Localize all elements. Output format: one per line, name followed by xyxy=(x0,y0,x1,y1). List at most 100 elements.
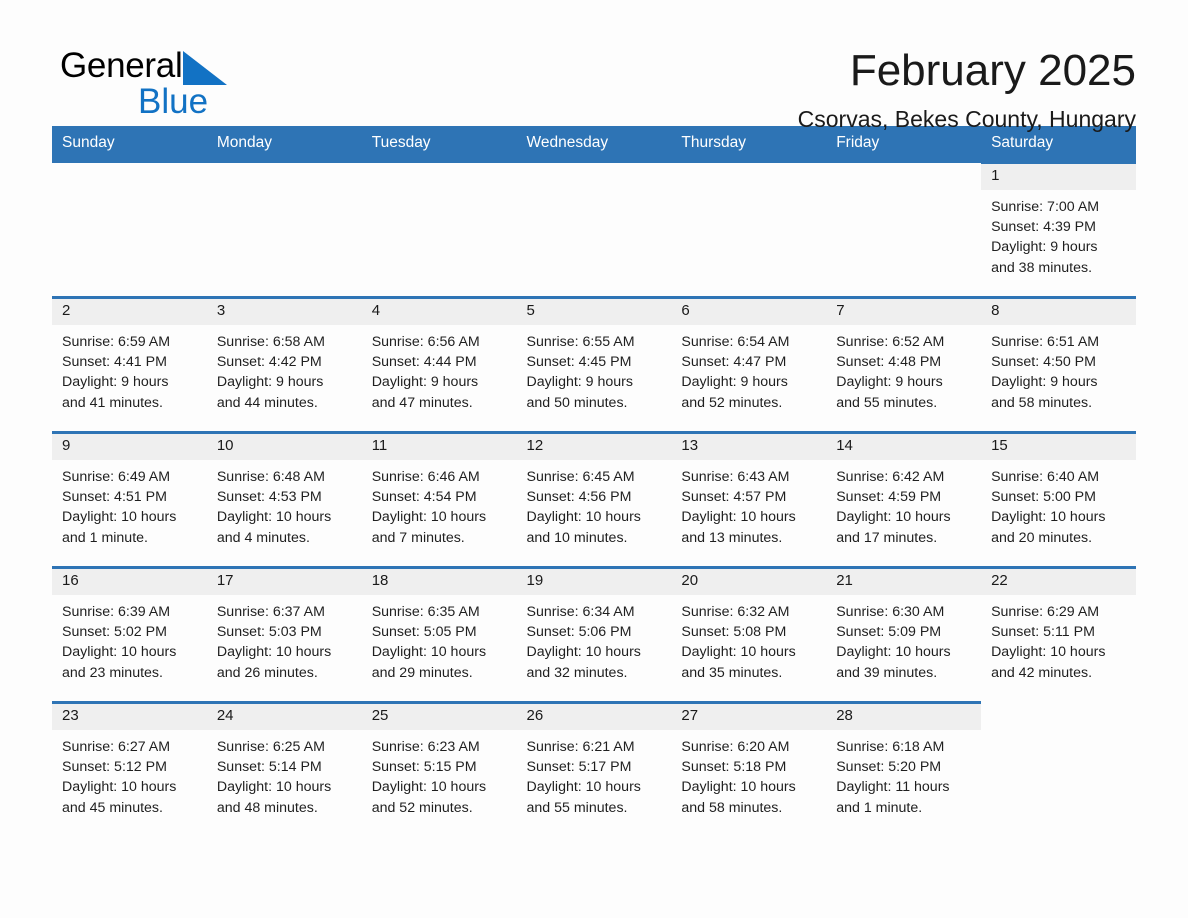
day-number: 23 xyxy=(52,704,207,730)
sunset-text: Sunset: 5:15 PM xyxy=(371,759,477,776)
calendar-day-cell[interactable]: 9 Sunrise: 6:49 AM Sunset: 4:51 PM Daylight… xyxy=(52,431,207,568)
daylight-text: Daylight: 10 hours xyxy=(991,644,1106,661)
daylight-text: Daylight: 10 hours xyxy=(216,509,332,526)
sunrise-text: Sunrise: 6:37 AM xyxy=(216,604,325,620)
calendar-day-cell[interactable]: 12 Sunrise: 6:45 AM Sunset: 4:56 PM Dayligh… xyxy=(516,431,672,568)
sunrise-text: Sunrise: 6:59 AM xyxy=(62,334,171,350)
day-details: Sunrise: 7:00 AM Sunset: 4:39 PM Daylight:… xyxy=(981,190,1136,278)
day-number: 25 xyxy=(361,704,517,730)
day-details: Sunrise: 6:42 AM Sunset: 4:59 PM Daylight:… xyxy=(826,460,981,548)
sunset-text: Sunset: 5:12 PM xyxy=(62,759,167,776)
calendar-day-cell[interactable]: 23 Sunrise: 6:27 AM Sunset: 5:12 PM Dayligh… xyxy=(52,701,207,836)
sunrise-text: Sunrise: 6:25 AM xyxy=(216,739,325,755)
sunset-text: Sunset: 5:05 PM xyxy=(371,624,477,641)
sunset-text: Sunset: 4:42 PM xyxy=(216,354,322,371)
day-number: 14 xyxy=(826,434,982,460)
calendar-day-cell[interactable]: 11 Sunrise: 6:46 AM Sunset: 4:54 PM Dayligh… xyxy=(361,431,517,568)
daylight-text: Daylight: 10 hours xyxy=(216,644,332,661)
calendar-day-cell[interactable]: 14 Sunrise: 6:42 AM Sunset: 4:59 PM Dayligh… xyxy=(826,431,982,568)
calendar-empty-cell xyxy=(52,162,207,298)
sunset-text: Sunset: 5:09 PM xyxy=(836,624,942,641)
sunrise-text: Sunrise: 6:30 AM xyxy=(836,604,945,620)
calendar-table: Sunday Monday Tuesday Wednesday Thursday Frid… xyxy=(52,126,1136,836)
day-number: 15 xyxy=(981,434,1136,460)
day-number: 26 xyxy=(516,704,672,730)
sunset-text: Sunset: 5:08 PM xyxy=(681,624,787,641)
day-number: 16 xyxy=(52,569,207,595)
daylight-text: Daylight: 10 hours xyxy=(371,644,487,661)
day-number: 17 xyxy=(206,569,362,595)
calendar-day-cell[interactable]: 1 Sunrise: 7:00 AM Sunset: 4:39 PM Daylight… xyxy=(981,161,1136,298)
calendar-empty-cell xyxy=(671,162,827,298)
daylight-text-cont: and 52 minutes. xyxy=(681,394,783,411)
daylight-text: Daylight: 9 hours xyxy=(371,374,479,391)
calendar-page: General Blue February 2025 Csorvas, Beke… xyxy=(0,0,1188,918)
day-details: Sunrise: 6:34 AM Sunset: 5:06 PM Daylight:… xyxy=(517,595,672,683)
daylight-text: Daylight: 9 hours xyxy=(836,374,943,391)
calendar-day-cell[interactable]: 15 Sunrise: 6:40 AM Sunset: 5:00 PM Dayligh… xyxy=(981,431,1136,568)
calendar-empty-cell xyxy=(361,162,517,298)
daylight-text-cont: and 29 minutes. xyxy=(371,664,473,681)
day-details: Sunrise: 6:35 AM Sunset: 5:05 PM Daylight:… xyxy=(362,595,517,683)
calendar-day-cell[interactable]: 16 Sunrise: 6:39 AM Sunset: 5:02 PM Dayligh… xyxy=(52,566,207,703)
sunrise-text: Sunrise: 6:20 AM xyxy=(681,739,790,755)
brand-logo[interactable]: General Blue xyxy=(60,48,360,128)
sunrise-text: Sunrise: 6:45 AM xyxy=(526,469,635,485)
daylight-text-cont: and 39 minutes. xyxy=(836,664,938,681)
day-number: 10 xyxy=(206,434,362,460)
daylight-text: Daylight: 10 hours xyxy=(62,779,177,796)
calendar-day-cell[interactable]: 22 Sunrise: 6:29 AM Sunset: 5:11 PM Dayligh… xyxy=(981,566,1136,703)
day-details: Sunrise: 6:49 AM Sunset: 4:51 PM Daylight:… xyxy=(52,460,207,548)
daylight-text-cont: and 1 minute. xyxy=(836,799,923,816)
sunrise-text: Sunrise: 6:27 AM xyxy=(62,739,171,755)
calendar-day-cell[interactable]: 28 Sunrise: 6:18 AM Sunset: 5:20 PM Dayligh… xyxy=(826,701,982,836)
calendar-empty-cell xyxy=(981,702,1136,836)
calendar-day-cell[interactable]: 20 Sunrise: 6:32 AM Sunset: 5:08 PM Dayligh… xyxy=(671,566,827,703)
day-details: Sunrise: 6:37 AM Sunset: 5:03 PM Daylight:… xyxy=(207,595,362,683)
day-number: 28 xyxy=(826,704,982,730)
calendar-day-cell[interactable]: 4 Sunrise: 6:56 AM Sunset: 4:44 PM Daylight… xyxy=(361,296,517,433)
sunset-text: Sunset: 5:11 PM xyxy=(991,624,1095,641)
calendar-day-cell[interactable]: 5 Sunrise: 6:55 AM Sunset: 4:45 PM Daylight… xyxy=(516,296,672,433)
sunset-text: Sunset: 4:57 PM xyxy=(681,489,787,506)
daylight-text: Daylight: 10 hours xyxy=(216,779,332,796)
calendar-day-cell[interactable]: 26 Sunrise: 6:21 AM Sunset: 5:17 PM Dayligh… xyxy=(516,701,672,836)
daylight-text-cont: and 55 minutes. xyxy=(836,394,938,411)
daylight-text-cont: and 55 minutes. xyxy=(526,799,628,816)
daylight-text-cont: and 38 minutes. xyxy=(991,259,1093,276)
daylight-text: Daylight: 10 hours xyxy=(371,509,487,526)
sunset-text: Sunset: 4:41 PM xyxy=(62,354,167,371)
calendar-day-cell[interactable]: 8 Sunrise: 6:51 AM Sunset: 4:50 PM Daylight… xyxy=(981,296,1136,433)
calendar-day-cell[interactable]: 3 Sunrise: 6:58 AM Sunset: 4:42 PM Daylight… xyxy=(206,296,362,433)
calendar-day-cell[interactable]: 24 Sunrise: 6:25 AM Sunset: 5:14 PM Dayligh… xyxy=(206,701,362,836)
calendar-day-cell[interactable]: 6 Sunrise: 6:54 AM Sunset: 4:47 PM Daylight… xyxy=(671,296,827,433)
day-details: Sunrise: 6:32 AM Sunset: 5:08 PM Daylight:… xyxy=(671,595,826,683)
calendar-day-cell[interactable]: 18 Sunrise: 6:35 AM Sunset: 5:05 PM Dayligh… xyxy=(361,566,517,703)
day-details: Sunrise: 6:39 AM Sunset: 5:02 PM Daylight:… xyxy=(52,595,207,683)
calendar-day-cell[interactable]: 21 Sunrise: 6:30 AM Sunset: 5:09 PM Dayligh… xyxy=(826,566,982,703)
day-details: Sunrise: 6:27 AM Sunset: 5:12 PM Daylight:… xyxy=(52,730,207,818)
calendar-day-cell[interactable]: 2 Sunrise: 6:59 AM Sunset: 4:41 PM Daylight… xyxy=(52,296,207,433)
daylight-text-cont: and 44 minutes. xyxy=(216,394,318,411)
daylight-text-cont: and 1 minute. xyxy=(62,529,148,546)
calendar-day-cell[interactable]: 7 Sunrise: 6:52 AM Sunset: 4:48 PM Daylight… xyxy=(826,296,982,433)
calendar-week-row: 16 Sunrise: 6:39 AM Sunset: 5:02 PM Dayligh… xyxy=(52,566,1136,703)
sunrise-text: Sunrise: 7:00 AM xyxy=(991,199,1100,215)
calendar-day-cell[interactable]: 19 Sunrise: 6:34 AM Sunset: 5:06 PM Dayligh… xyxy=(516,566,672,703)
day-details: Sunrise: 6:48 AM Sunset: 4:53 PM Daylight:… xyxy=(207,460,362,548)
daylight-text-cont: and 20 minutes. xyxy=(991,529,1093,546)
daylight-text-cont: and 35 minutes. xyxy=(681,664,783,681)
day-details: Sunrise: 6:46 AM Sunset: 4:54 PM Daylight:… xyxy=(362,460,517,548)
brand-name-blue: Blue xyxy=(138,82,209,121)
calendar-day-cell[interactable]: 13 Sunrise: 6:43 AM Sunset: 4:57 PM Dayligh… xyxy=(671,431,827,568)
calendar-day-cell[interactable]: 10 Sunrise: 6:48 AM Sunset: 4:53 PM Dayligh… xyxy=(206,431,362,568)
daylight-text-cont: and 26 minutes. xyxy=(216,664,318,681)
daylight-text-cont: and 7 minutes. xyxy=(371,529,465,546)
calendar-day-cell[interactable]: 25 Sunrise: 6:23 AM Sunset: 5:15 PM Dayligh… xyxy=(361,701,517,836)
calendar-day-cell[interactable]: 17 Sunrise: 6:37 AM Sunset: 5:03 PM Dayligh… xyxy=(206,566,362,703)
daylight-text-cont: and 4 minutes. xyxy=(216,529,310,546)
weekday-header-monday: Monday xyxy=(206,126,362,163)
calendar-day-cell[interactable]: 27 Sunrise: 6:20 AM Sunset: 5:18 PM Dayligh… xyxy=(671,701,827,836)
sunrise-text: Sunrise: 6:55 AM xyxy=(526,334,635,350)
day-number: 27 xyxy=(671,704,827,730)
